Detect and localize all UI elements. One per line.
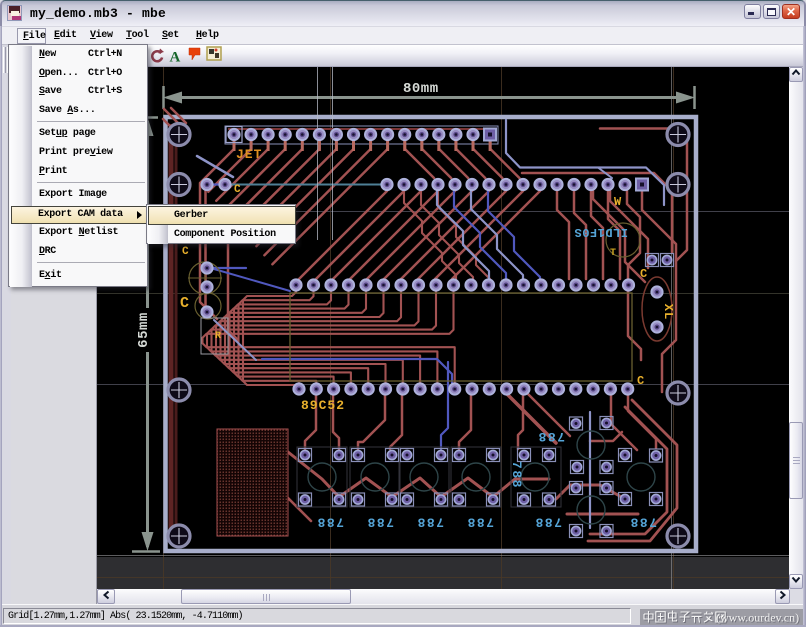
svg-text:89C52: 89C52 [301,398,345,413]
svg-text:C: C [637,374,645,388]
svg-text:788: 788 [316,515,344,530]
svg-text:80mm: 80mm [403,81,439,97]
svg-text:788: 788 [509,461,524,489]
svg-text:C: C [234,184,242,196]
svg-text:788: 788 [466,515,494,530]
svg-text:C: C [180,295,190,312]
svg-text:788: 788 [537,429,565,444]
svg-text:65mm: 65mm [136,312,152,348]
svg-text:ILD1F0S: ILD1F0S [574,225,628,239]
svg-text:XL: XL [661,304,675,320]
svg-text:788: 788 [366,515,394,530]
svg-text:(www.ourdev.cn): (www.ourdev.cn) [716,611,799,625]
svg-text:C: C [182,246,190,258]
svg-text:JET: JET [236,147,262,162]
svg-text:788: 788 [629,515,657,530]
svg-text:C: C [640,267,648,281]
svg-text:W: W [614,195,622,209]
svg-text:A: A [170,50,181,66]
svg-text:788: 788 [534,515,562,530]
svg-text:T: T [610,248,617,259]
svg-text:R: R [215,331,222,342]
svg-text:788: 788 [416,515,444,530]
